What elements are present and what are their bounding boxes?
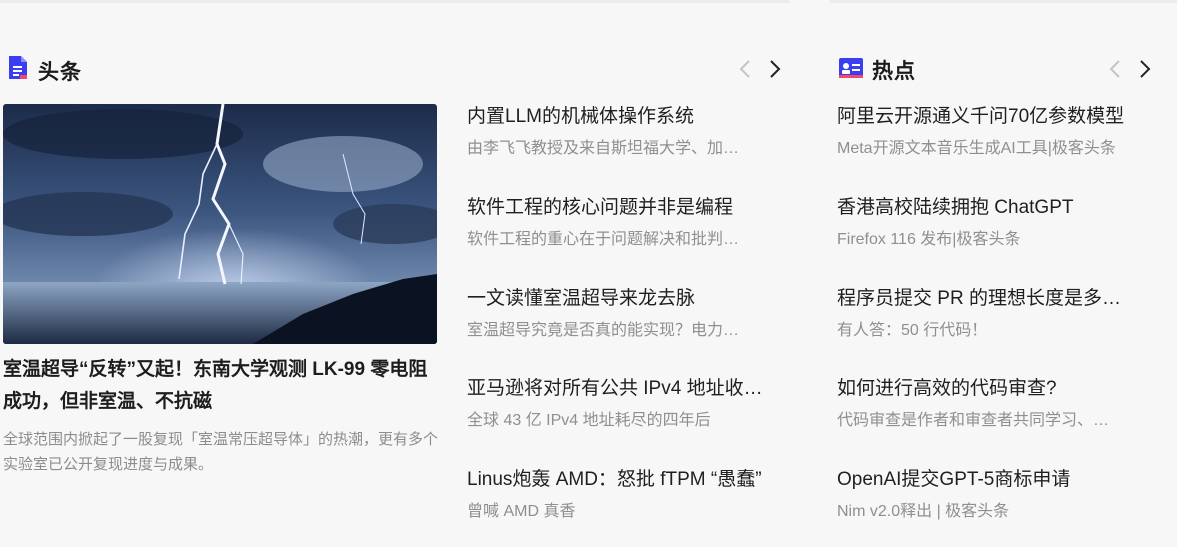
chevron-right-icon[interactable] <box>1135 58 1155 80</box>
item-title[interactable]: 一文读懂室温超导来龙去脉 <box>467 286 777 312</box>
item-summary: Meta开源文本音乐生成AI工具|极客头条 <box>837 140 1116 157</box>
hero-image[interactable] <box>3 104 437 344</box>
item-title[interactable]: Linus炮轰 AMD：怒批 fTPM “愚蠢” <box>467 467 777 493</box>
headlines-header: 头条 <box>6 55 82 86</box>
item-title[interactable]: 程序员提交 PR 的理想长度是多… <box>837 286 1147 312</box>
item-title[interactable]: 内置LLM的机械体操作系统 <box>467 104 777 130</box>
item-summary: Firefox 116 发布|极客头条 <box>837 231 1021 248</box>
hero-description: 全球范围内掀起了一股复现「室温常压超导体」的热潮，更有多个实验室已公开复现进度与… <box>3 431 439 473</box>
list-item[interactable]: 亚马逊将对所有公共 IPv4 地址收… 全球 43 亿 IPv4 地址耗尽的四年… <box>467 376 777 432</box>
list-item[interactable]: 程序员提交 PR 的理想长度是多… 有人答：50 行代码！ <box>837 286 1147 342</box>
contact-card-icon <box>838 56 864 85</box>
headlines-title: 头条 <box>38 60 82 84</box>
item-summary: 代码审查是作者和审查者共同学习、… <box>837 412 1110 429</box>
top-divider-right <box>830 0 1177 3</box>
list-item[interactable]: Linus炮轰 AMD：怒批 fTPM “愚蠢” 曾喊 AMD 真香 <box>467 467 777 523</box>
hot-header: 热点 <box>838 55 916 85</box>
item-title[interactable]: 亚马逊将对所有公共 IPv4 地址收… <box>467 376 777 402</box>
item-summary: 室温超导究竟是否真的能实现？电力… <box>467 322 740 339</box>
list-item[interactable]: 香港高校陆续拥抱 ChatGPT Firefox 116 发布|极客头条 <box>837 195 1147 251</box>
top-divider-left <box>0 0 790 3</box>
headlines-pager <box>735 58 785 80</box>
item-summary: Nim v2.0释出 | 极客头条 <box>837 503 1010 520</box>
item-summary: 全球 43 亿 IPv4 地址耗尽的四年后 <box>467 412 711 429</box>
document-icon <box>6 55 30 86</box>
item-title[interactable]: OpenAI提交GPT-5商标申请 <box>837 467 1147 493</box>
list-item[interactable]: 软件工程的核心问题并非是编程 软件工程的重心在于问题解决和批判… <box>467 195 777 251</box>
hero-title[interactable]: 室温超导“反转”又起！东南大学观测 LK-99 零电阻成功，但非室温、不抗磁 <box>3 354 443 418</box>
list-item[interactable]: OpenAI提交GPT-5商标申请 Nim v2.0释出 | 极客头条 <box>837 467 1147 523</box>
item-title[interactable]: 软件工程的核心问题并非是编程 <box>467 195 777 221</box>
list-item[interactable]: 如何进行高效的代码审查? 代码审查是作者和审查者共同学习、… <box>837 376 1147 432</box>
list-item[interactable]: 内置LLM的机械体操作系统 由李飞飞教授及来自斯坦福大学、加… <box>467 104 777 160</box>
list-item[interactable]: 阿里云开源通义千问70亿参数模型 Meta开源文本音乐生成AI工具|极客头条 <box>837 104 1147 160</box>
item-title[interactable]: 如何进行高效的代码审查? <box>837 376 1147 402</box>
hot-pager <box>1105 58 1155 80</box>
item-summary: 软件工程的重心在于问题解决和批判… <box>467 231 740 248</box>
list-item[interactable]: 一文读懂室温超导来龙去脉 室温超导究竟是否真的能实现？电力… <box>467 286 777 342</box>
item-summary: 曾喊 AMD 真香 <box>467 503 576 520</box>
chevron-left-icon[interactable] <box>735 58 755 80</box>
item-title[interactable]: 香港高校陆续拥抱 ChatGPT <box>837 195 1147 221</box>
hot-title: 热点 <box>872 60 916 83</box>
item-title[interactable]: 阿里云开源通义千问70亿参数模型 <box>837 104 1147 130</box>
item-summary: 有人答：50 行代码！ <box>837 322 988 339</box>
item-summary: 由李飞飞教授及来自斯坦福大学、加… <box>467 140 740 157</box>
chevron-left-icon[interactable] <box>1105 58 1125 80</box>
lightning-image <box>3 104 437 344</box>
chevron-right-icon[interactable] <box>765 58 785 80</box>
